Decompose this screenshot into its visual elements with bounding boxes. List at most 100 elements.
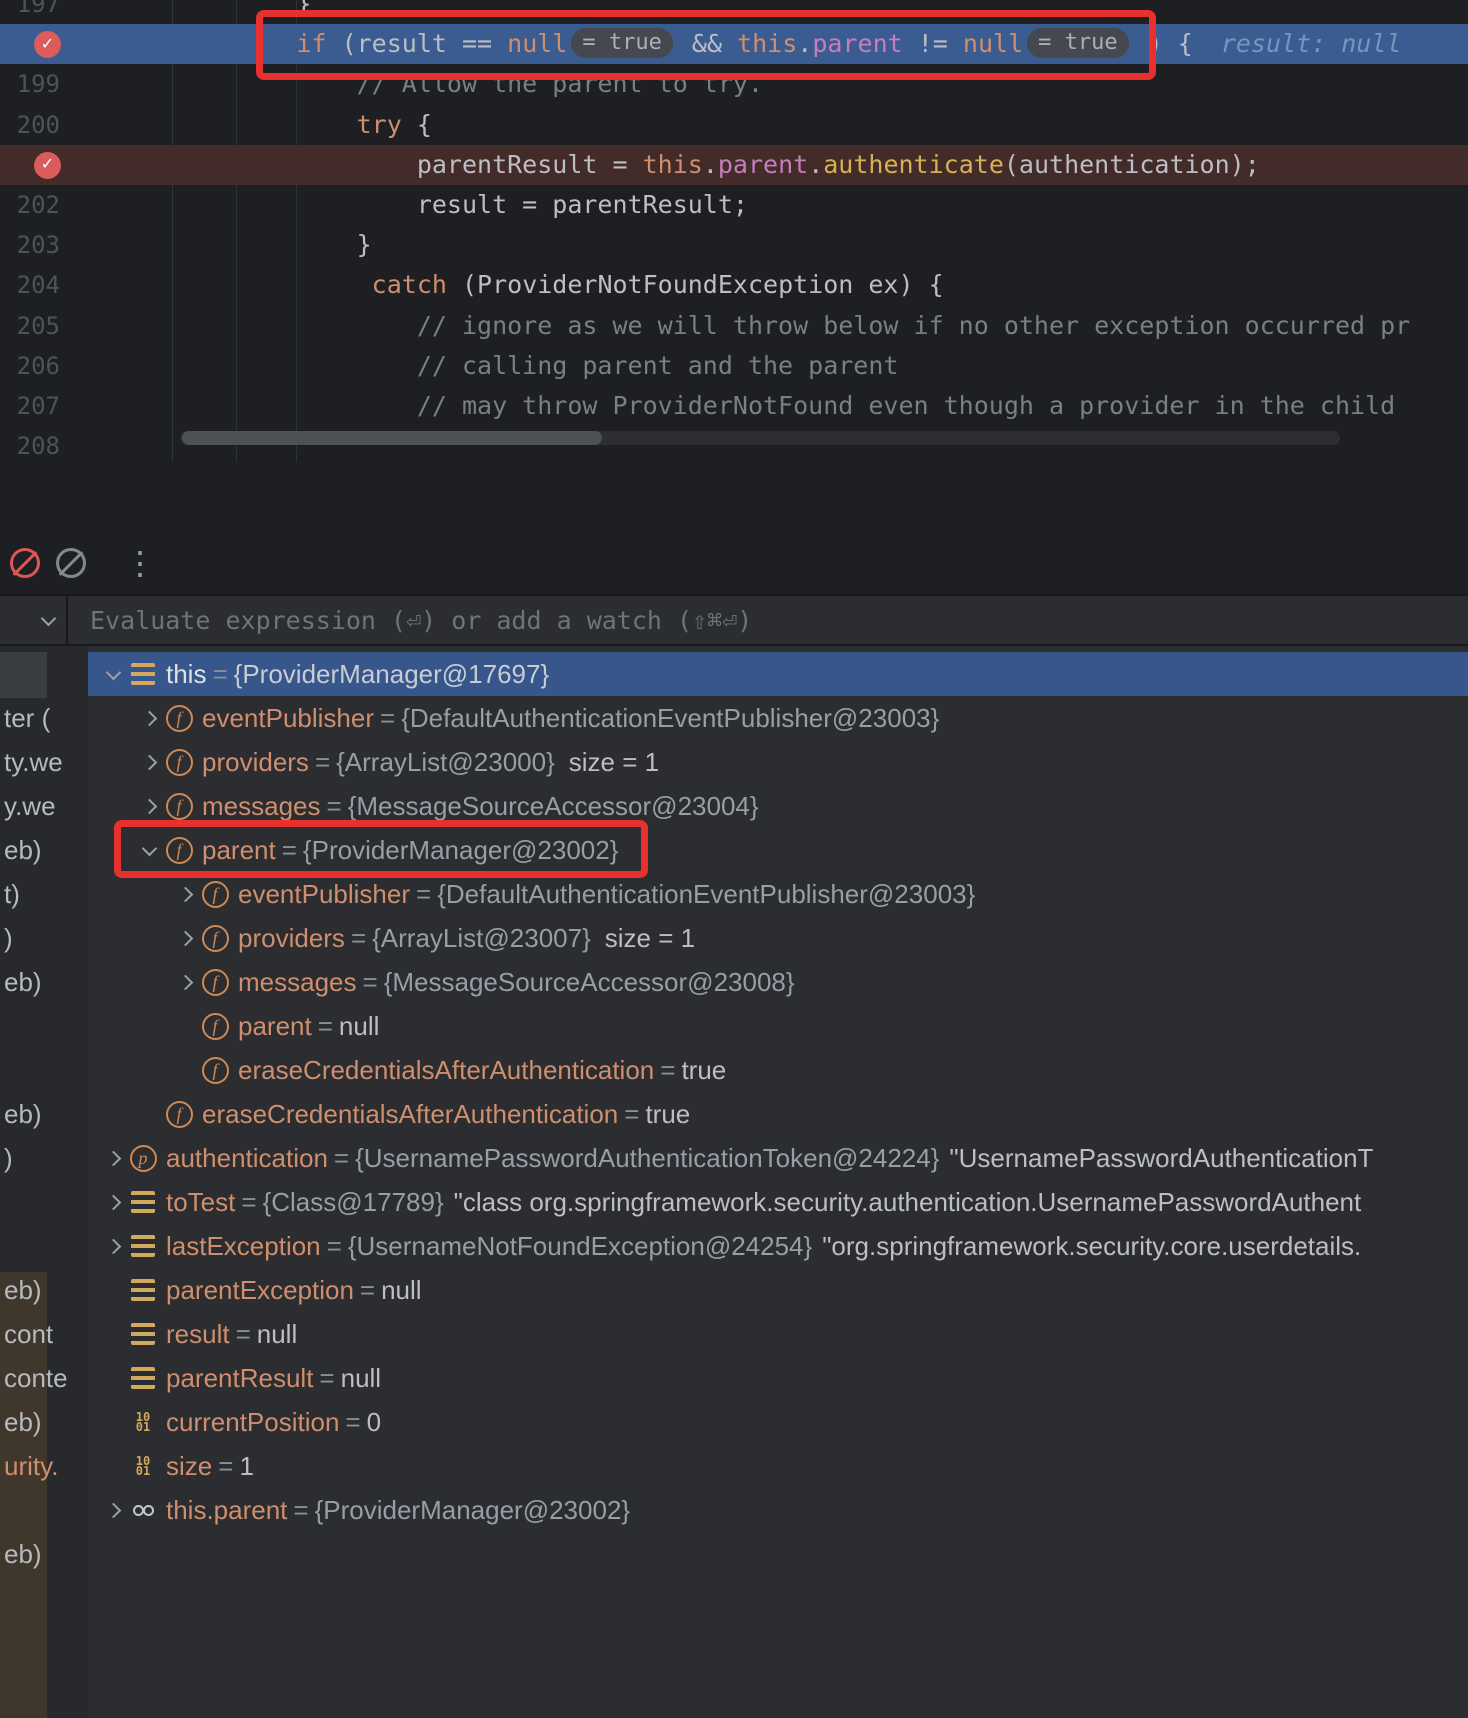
frame-item-fragment[interactable]: y.we (4, 784, 56, 828)
chevron-collapsed-icon[interactable] (170, 886, 200, 902)
code-line[interactable]: ✓ if (result == null = true && this.paren… (0, 24, 1468, 65)
slashed-circle-icon[interactable] (56, 548, 86, 578)
chevron-collapsed-icon[interactable] (170, 974, 200, 990)
line-number[interactable]: 205 (0, 306, 60, 346)
line-number[interactable]: 200 (0, 105, 60, 145)
horizontal-scrollbar[interactable] (180, 431, 1340, 445)
variable-row[interactable]: f eventPublisher = {DefaultAuthenticationEv… (88, 696, 1468, 740)
frame-item-fragment[interactable]: cont (4, 1312, 53, 1356)
frame-item-fragment[interactable]: t) (4, 872, 20, 916)
line-number[interactable]: 202 (0, 185, 60, 225)
code-line[interactable]: 206 // calling parent and the parent (0, 346, 1468, 386)
frame-item-fragment[interactable]: eb) (4, 1268, 42, 1312)
line-number[interactable]: 197 (0, 0, 60, 24)
frame-item-fragment[interactable]: eb) (4, 960, 42, 1004)
code-line[interactable]: 204 catch (ProviderNotFoundException ex)… (0, 265, 1468, 305)
line-number[interactable]: 204 (0, 265, 60, 305)
frame-item-fragment[interactable]: ) (4, 1136, 13, 1180)
frame-item-fragment[interactable]: eb) (4, 1532, 42, 1576)
variable-row[interactable]: toTest = {Class@17789} "class org.springfra… (88, 1180, 1468, 1224)
variable-row[interactable]: this = {ProviderManager@17697} (88, 652, 1468, 696)
code-line[interactable]: 205 // ignore as we will throw below if … (0, 306, 1468, 346)
code-line[interactable]: 203 } (0, 225, 1468, 265)
code-line[interactable]: 207 // may throw ProviderNotFound even t… (0, 386, 1468, 426)
code-editor[interactable]: 197 } ✓ if (result == null = true && this.… (0, 0, 1468, 532)
chevron-expanded-icon[interactable] (98, 664, 128, 680)
code-token: catch (371, 270, 447, 300)
chevron-expanded-icon[interactable] (134, 840, 164, 856)
equals-sign: = (218, 1450, 234, 1481)
variable-row[interactable]: f eraseCredentialsAfterAuthentication = tru… (88, 1048, 1468, 1092)
chevron-collapsed-icon[interactable] (98, 1194, 128, 1210)
breakpoint-icon[interactable]: ✓ (34, 31, 61, 59)
variable-row[interactable]: 10 01 currentPosition = 0 (88, 1400, 1468, 1444)
variable-row[interactable]: p authentication = {UsernamePasswordAuthent… (88, 1136, 1468, 1180)
frame-item-fragment[interactable]: ) (4, 916, 13, 960)
variable-name: this.parent (166, 1494, 288, 1525)
variable-row[interactable]: result = null (88, 1312, 1468, 1356)
chevron-collapsed-icon[interactable] (98, 1150, 128, 1166)
code-line[interactable]: 197 } (0, 0, 1468, 24)
chevron-collapsed-icon[interactable] (134, 710, 164, 726)
variable-name: providers (238, 922, 345, 953)
variable-row[interactable]: f parent = null (88, 1004, 1468, 1048)
mute-breakpoints-icon[interactable] (10, 548, 40, 578)
variable-row[interactable]: f messages = {MessageSourceAccessor@23008} (88, 960, 1468, 1004)
code-line[interactable]: ✓ parentResult = this.parent.authenticat… (0, 144, 1468, 185)
frame-item-fragment[interactable]: eb) (4, 1092, 42, 1136)
frame-item-fragment[interactable]: ty.we (4, 740, 63, 784)
more-options-icon[interactable]: ⋮ (124, 547, 156, 579)
variable-value: true (681, 1054, 727, 1085)
frame-item-fragment[interactable]: urity. (4, 1444, 58, 1488)
variable-row[interactable]: f eraseCredentialsAfterAuthentication = tru… (88, 1092, 1468, 1136)
variable-name: parentException (166, 1274, 354, 1305)
line-number[interactable]: 203 (0, 225, 60, 265)
watch-dropdown[interactable] (0, 596, 68, 644)
frame-item-fragment[interactable]: eb) (4, 1400, 42, 1444)
variable-row[interactable]: f providers = {ArrayList@23000} size = 1 (88, 740, 1468, 784)
chevron-icon (105, 1150, 121, 1166)
chevron-collapsed-icon[interactable] (134, 798, 164, 814)
variable-row[interactable]: lastException = {UsernameNotFoundException… (88, 1224, 1468, 1268)
scrollbar-thumb[interactable] (182, 431, 602, 445)
code-token: ) { (1132, 29, 1193, 59)
variable-row[interactable]: f messages = {MessageSourceAccessor@23004} (88, 784, 1468, 828)
equals-sign: = (362, 966, 378, 997)
chevron-icon (177, 974, 193, 990)
frame-item-fragment[interactable]: eb) (4, 828, 42, 872)
variable-row[interactable]: 10 01 size = 1 (88, 1444, 1468, 1488)
code-line[interactable]: 202 result = parentResult; (0, 185, 1468, 225)
evaluate-expression-input[interactable]: Evaluate expression (⏎) or add a watch (… (68, 596, 1468, 644)
variable-string-value: "org.springframework.security.core.userd… (822, 1230, 1362, 1261)
variable-value: {ProviderManager@17697} (233, 658, 550, 689)
code-token: parent (717, 149, 809, 179)
chevron-collapsed-icon[interactable] (98, 1238, 128, 1254)
variable-row[interactable]: parentException = null (88, 1268, 1468, 1312)
variable-name: parent (202, 834, 276, 865)
frame-item-fragment[interactable]: ter ( (4, 696, 50, 740)
line-number[interactable]: 206 (0, 346, 60, 386)
code-token: if (296, 29, 327, 59)
chevron-collapsed-icon[interactable] (170, 930, 200, 946)
variable-row[interactable]: this.parent = {ProviderManager@23002} (88, 1488, 1468, 1532)
code-line[interactable]: 200 try { (0, 105, 1468, 145)
code-line[interactable]: 199 // Allow the parent to try. (0, 64, 1468, 104)
frame-item-fragment[interactable]: conte (4, 1356, 68, 1400)
line-number[interactable]: 207 (0, 386, 60, 426)
variable-row[interactable]: f eventPublisher = {DefaultAuthenticationEv… (88, 872, 1468, 916)
equals-sign: = (281, 834, 297, 865)
line-number[interactable]: 199 (0, 64, 60, 104)
variable-row[interactable]: f parent = {ProviderManager@23002} (88, 828, 1468, 872)
equals-sign: = (314, 746, 331, 777)
code-token: . (702, 149, 718, 179)
line-number[interactable]: 208 (0, 426, 60, 466)
variable-value: {ProviderManager@23002} (302, 834, 619, 865)
code-token: result = parentResult; (176, 189, 748, 219)
value-icon (128, 1235, 158, 1257)
chevron-collapsed-icon[interactable] (98, 1502, 128, 1518)
breakpoint-icon[interactable]: ✓ (34, 151, 61, 179)
chevron-collapsed-icon[interactable] (134, 754, 164, 770)
variable-row[interactable]: parentResult = null (88, 1356, 1468, 1400)
variable-row[interactable]: f providers = {ArrayList@23007} size = 1 (88, 916, 1468, 960)
chevron-icon (105, 1502, 121, 1518)
